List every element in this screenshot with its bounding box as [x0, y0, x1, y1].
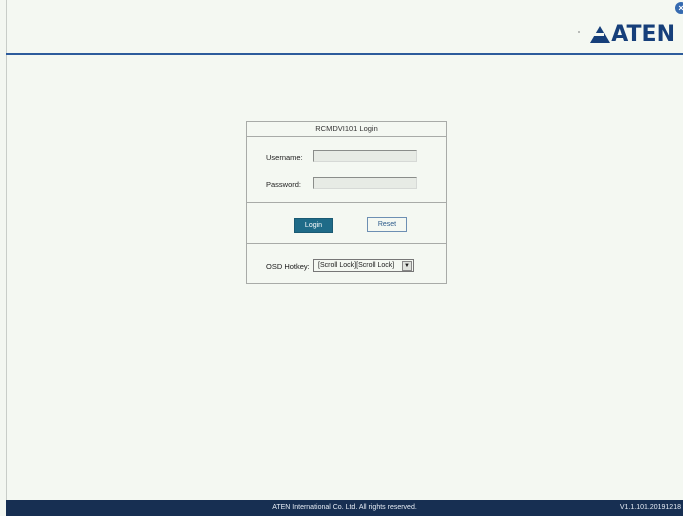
- reset-button[interactable]: Reset: [367, 217, 407, 232]
- divider: [247, 202, 446, 203]
- osd-hotkey-label: OSD Hotkey:: [266, 262, 310, 271]
- username-input[interactable]: [313, 150, 417, 162]
- header-dot: [578, 31, 580, 33]
- version-text: V1.1.101.20191218: [619, 504, 681, 511]
- copyright-text: ATEN International Co. Ltd. All rights r…: [272, 504, 417, 511]
- password-input[interactable]: [313, 177, 417, 189]
- login-title: RCMDVI101 Login: [247, 122, 446, 137]
- aten-logo: ATEN: [590, 22, 675, 47]
- password-label: Password:: [266, 180, 302, 189]
- login-button[interactable]: Login: [294, 218, 333, 233]
- osd-hotkey-value: [Scroll Lock][Scroll Lock]: [318, 262, 395, 269]
- logo-a-icon: [590, 26, 611, 43]
- divider: [247, 243, 446, 244]
- login-panel: RCMDVI101 Login Username: Password: Logi…: [246, 121, 447, 284]
- header-bar: ATEN: [6, 0, 683, 55]
- chevron-down-icon[interactable]: ▼: [402, 261, 412, 271]
- logo-text: ATEN: [611, 22, 675, 47]
- footer-bar: ATEN International Co. Ltd. All rights r…: [6, 500, 683, 516]
- close-icon[interactable]: ×: [675, 2, 683, 14]
- osd-hotkey-select[interactable]: [Scroll Lock][Scroll Lock] ▼: [313, 259, 414, 272]
- username-label: Username:: [266, 153, 303, 162]
